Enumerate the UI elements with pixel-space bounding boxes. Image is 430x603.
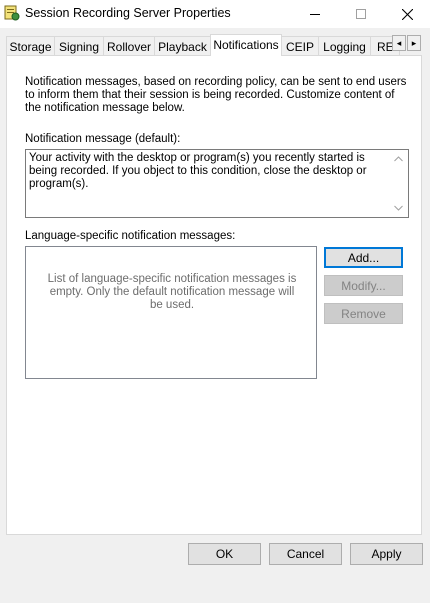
cancel-button[interactable]: Cancel <box>269 543 342 565</box>
tab-notifications[interactable]: Notifications <box>210 34 282 56</box>
apply-button[interactable]: Apply <box>350 543 423 565</box>
app-icon <box>4 5 20 21</box>
minimize-icon <box>310 14 320 15</box>
close-icon <box>401 8 413 20</box>
maximize-icon <box>356 9 366 19</box>
close-button[interactable] <box>384 0 430 28</box>
language-messages-label: Language-specific notification messages: <box>25 230 236 242</box>
minimize-button[interactable] <box>292 0 338 28</box>
default-message-label: Notification message (default): <box>25 133 181 145</box>
list-empty-text: List of language-specific notification m… <box>47 273 297 311</box>
chevron-right-icon: ▸ <box>411 37 417 48</box>
tab-scroll-left-button[interactable]: ◂ <box>392 35 406 51</box>
tab-scroll-right-button[interactable]: ▸ <box>407 35 421 51</box>
scroll-up-icon[interactable] <box>390 152 407 166</box>
notifications-description: Notification messages, based on recordin… <box>25 76 407 114</box>
tab-ceip[interactable]: CEIP <box>281 36 319 56</box>
language-messages-list[interactable]: List of language-specific notification m… <box>25 246 317 379</box>
chevron-left-icon: ◂ <box>396 37 402 48</box>
default-message-textarea[interactable]: Your activity with the desktop or progra… <box>25 149 409 218</box>
add-button[interactable]: Add... <box>324 247 403 268</box>
tab-signing[interactable]: Signing <box>54 36 104 56</box>
window-title: Session Recording Server Properties <box>25 6 231 20</box>
maximize-button[interactable] <box>338 0 384 28</box>
title-bar: Session Recording Server Properties <box>0 0 430 28</box>
tab-rollover[interactable]: Rollover <box>103 36 155 56</box>
notifications-panel: Notification messages, based on recordin… <box>6 55 422 535</box>
tab-logging[interactable]: Logging <box>318 36 371 56</box>
modify-button[interactable]: Modify... <box>324 275 403 296</box>
remove-button[interactable]: Remove <box>324 303 403 324</box>
tab-playback[interactable]: Playback <box>154 36 211 56</box>
tab-strip: Storage Signing Rollover Playback Notifi… <box>6 34 424 56</box>
textarea-scrollbar[interactable] <box>390 151 407 216</box>
default-message-text: Your activity with the desktop or progra… <box>29 152 367 190</box>
ok-button[interactable]: OK <box>188 543 261 565</box>
tab-storage[interactable]: Storage <box>6 36 55 56</box>
scroll-down-icon[interactable] <box>390 201 407 215</box>
